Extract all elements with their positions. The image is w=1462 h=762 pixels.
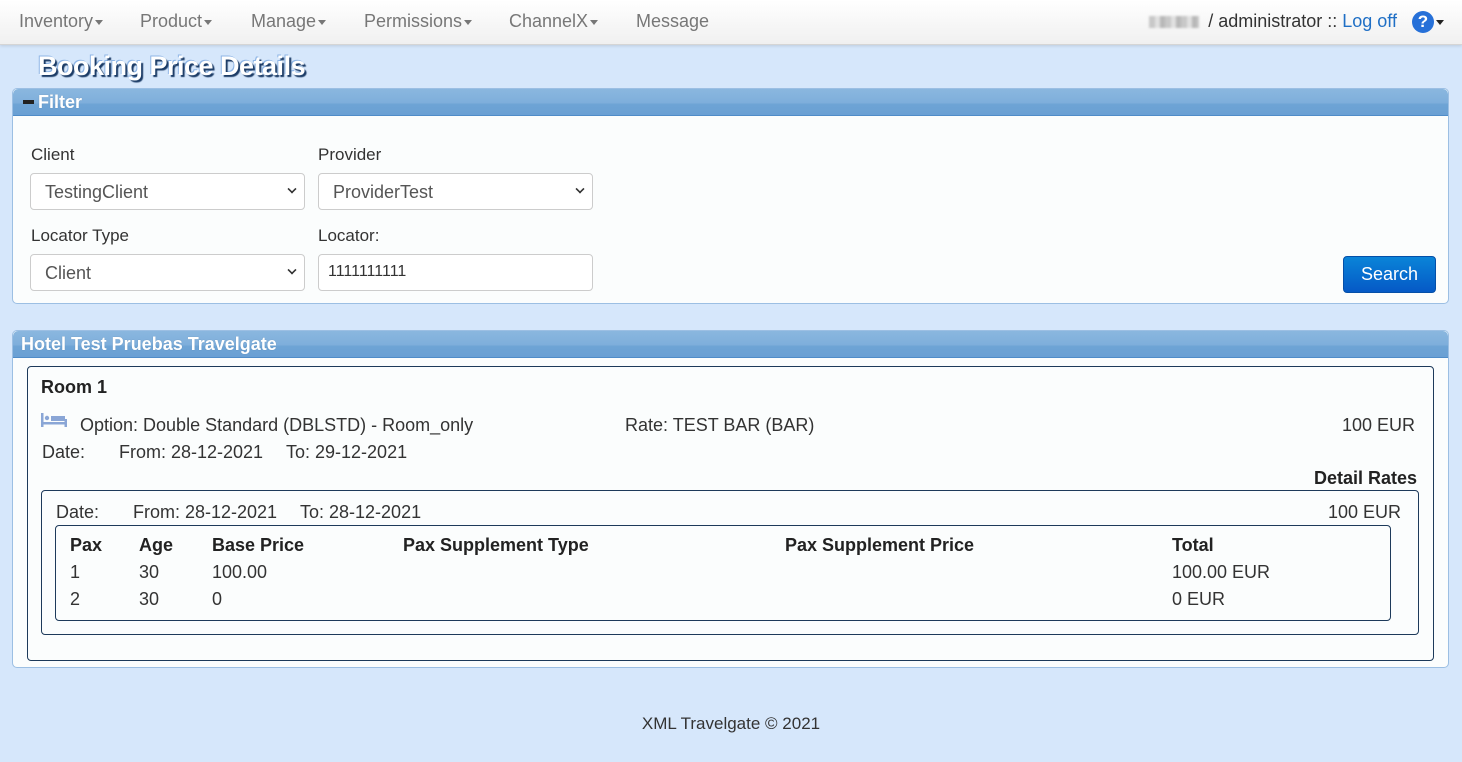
- room-date-label: Date:: [42, 442, 86, 462]
- user-role: / administrator ::: [1208, 11, 1338, 31]
- locator-type-label: Locator Type: [31, 226, 129, 245]
- client-select-value: TestingClient: [45, 182, 149, 202]
- help-icon[interactable]: ?: [1412, 11, 1434, 34]
- cell-total: 0 EUR: [1172, 589, 1226, 609]
- detail-price: 100 EUR: [1327, 502, 1401, 522]
- cell-base-price: 100.00: [212, 562, 268, 582]
- client-select[interactable]: TestingClient: [30, 173, 305, 210]
- detail-date-to: To: 28-12-2021: [300, 502, 422, 522]
- cell-age: 30: [139, 562, 160, 582]
- cell-total: 100.00 EUR: [1172, 562, 1271, 582]
- filter-panel: Filter Client TestingClient Provider Pro…: [12, 88, 1449, 304]
- caret-down-icon: [318, 19, 327, 25]
- nav-product[interactable]: Product: [140, 11, 213, 32]
- nav-manage[interactable]: Manage: [251, 11, 327, 32]
- col-header-supplement-type: Pax Supplement Type: [403, 535, 589, 555]
- bed-icon: [41, 413, 67, 427]
- caret-down-icon: [204, 19, 213, 25]
- cell-pax: 1: [70, 562, 81, 582]
- room-date-to: To: 29-12-2021: [286, 442, 408, 462]
- filter-panel-header[interactable]: Filter: [13, 89, 1448, 116]
- provider-select-value: ProviderTest: [333, 182, 434, 202]
- cell-base-price: 0: [212, 589, 223, 609]
- nav-channelx[interactable]: ChannelX: [509, 11, 599, 32]
- pax-table: Pax Age Base Price Pax Supplement Type P…: [55, 525, 1391, 621]
- nav-permissions-label: Permissions: [364, 11, 463, 31]
- col-header-base-price: Base Price: [212, 535, 305, 555]
- logoff-link[interactable]: Log off: [1342, 11, 1397, 31]
- hotel-panel: Hotel Test Pruebas Travelgate Room 1 Opt…: [12, 330, 1449, 668]
- footer: XML Travelgate © 2021: [641, 714, 821, 733]
- nav-channelx-label: ChannelX: [509, 11, 589, 31]
- room-box: Room 1 Option: Double Standard (DBLSTD) …: [27, 366, 1434, 661]
- nav-manage-label: Manage: [251, 11, 317, 31]
- nav-product-label: Product: [140, 11, 203, 31]
- room-date-from: From: 28-12-2021: [119, 442, 264, 462]
- cell-pax: 2: [70, 589, 81, 609]
- hotel-panel-header: Hotel Test Pruebas Travelgate: [13, 331, 1448, 358]
- nav-inventory-label: Inventory: [19, 11, 94, 31]
- search-button[interactable]: Search: [1343, 256, 1436, 293]
- col-header-age: Age: [139, 535, 174, 555]
- col-header-pax: Pax: [70, 535, 103, 555]
- nav-inventory[interactable]: Inventory: [19, 11, 104, 32]
- room-option: Option: Double Standard (DBLSTD) - Room_…: [80, 415, 474, 435]
- locator-input[interactable]: 1111111111: [318, 254, 593, 291]
- filter-title: Filter: [38, 92, 83, 112]
- provider-select[interactable]: ProviderTest: [318, 173, 593, 210]
- detail-rates-heading: Detail Rates: [1313, 468, 1417, 488]
- top-navbar: Inventory Product Manage Permissions Cha…: [0, 0, 1462, 45]
- locator-type-select-value: Client: [45, 263, 92, 283]
- detail-rate-box: Date: From: 28-12-2021 To: 28-12-2021 10…: [41, 490, 1419, 635]
- nav-permissions[interactable]: Permissions: [364, 11, 473, 32]
- caret-down-icon: [590, 19, 599, 25]
- page-title: Booking Price Details: [38, 51, 306, 81]
- chevron-down-icon: [287, 184, 297, 194]
- locator-label: Locator:: [318, 226, 380, 245]
- locator-type-select[interactable]: Client: [30, 254, 305, 291]
- caret-down-icon[interactable]: [1436, 19, 1444, 25]
- caret-down-icon: [95, 19, 104, 25]
- detail-date-label: Date:: [56, 502, 100, 522]
- provider-label: Provider: [318, 145, 382, 164]
- col-header-total: Total: [1172, 535, 1214, 555]
- col-header-supplement-price: Pax Supplement Price: [785, 535, 975, 555]
- user-area: / administrator :: Log off ?: [1149, 11, 1444, 34]
- room-price: 100 EUR: [1341, 415, 1415, 435]
- caret-down-icon: [464, 19, 473, 25]
- chevron-down-icon: [575, 184, 585, 194]
- client-label: Client: [31, 145, 75, 164]
- nav-message[interactable]: Message: [636, 11, 709, 32]
- cell-age: 30: [139, 589, 160, 609]
- collapse-icon[interactable]: [23, 99, 34, 104]
- detail-date-from: From: 28-12-2021: [133, 502, 278, 522]
- username-redacted: [1149, 16, 1200, 29]
- room-rate: Rate: TEST BAR (BAR): [625, 415, 815, 435]
- room-title: Room 1: [41, 377, 108, 397]
- chevron-down-icon: [287, 265, 297, 275]
